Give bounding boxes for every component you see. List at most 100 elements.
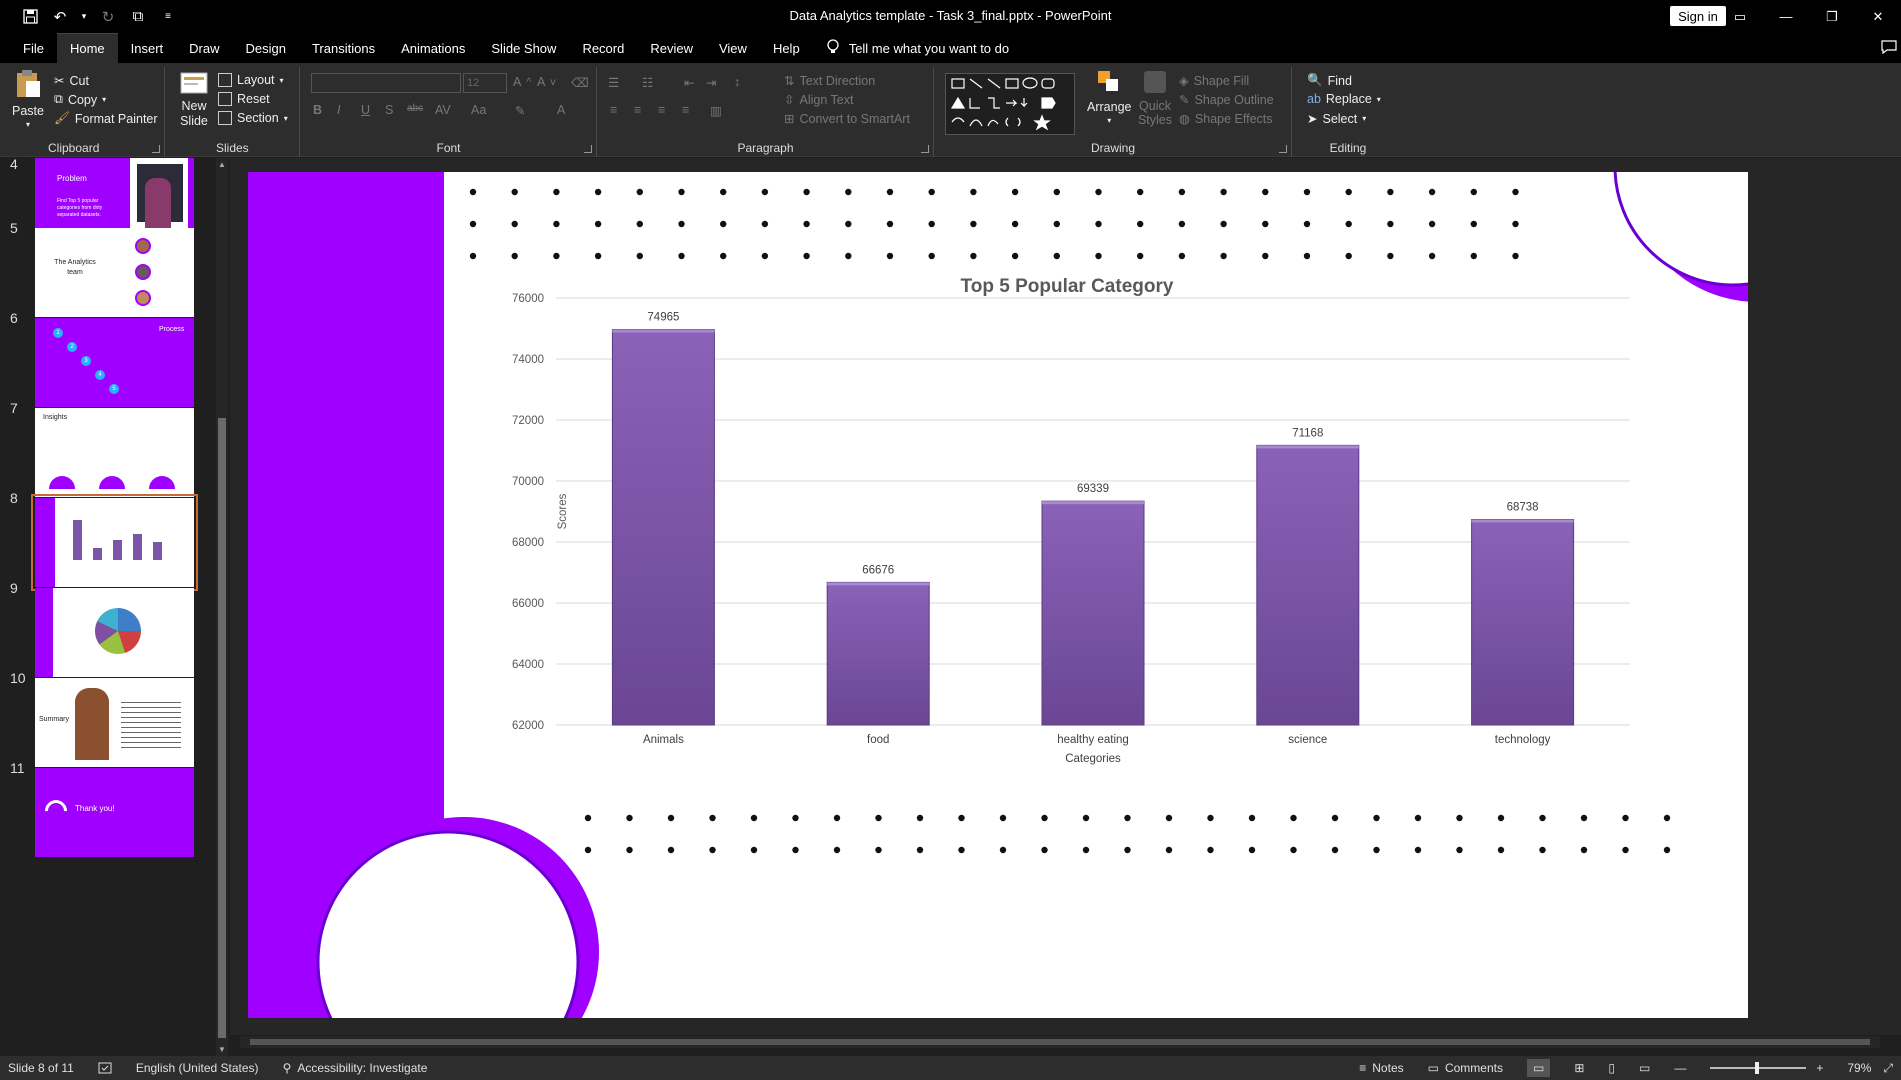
bar[interactable] xyxy=(611,329,715,726)
clear-formatting-icon[interactable]: ⌫ xyxy=(571,75,589,90)
thumbnail-scrollbar[interactable]: ▲ ▼ xyxy=(216,158,228,1056)
ribbon-display-options-icon[interactable]: ▭ xyxy=(1717,0,1763,33)
slide-thumbnail-9[interactable] xyxy=(35,588,194,677)
decrease-font-icon[interactable]: Av xyxy=(537,75,556,89)
underline-icon[interactable]: U xyxy=(361,103,370,117)
normal-view-icon[interactable]: ▭ xyxy=(1526,1059,1551,1077)
char-spacing-icon[interactable]: AV xyxy=(435,103,451,117)
align-text-button[interactable]: ⇳ Align Text xyxy=(784,92,853,108)
drawing-launcher-icon[interactable] xyxy=(1279,145,1287,153)
tab-review[interactable]: Review xyxy=(637,33,706,63)
restore-button[interactable]: ❐ xyxy=(1809,0,1855,33)
slide-thumbnail-6[interactable]: Process 1 2 3 4 5 xyxy=(35,318,194,407)
italic-icon[interactable]: I xyxy=(337,103,340,117)
tab-slide-show[interactable]: Slide Show xyxy=(478,33,569,63)
find-button[interactable]: 🔍 Find xyxy=(1307,73,1352,88)
shape-fill-button[interactable]: ◈ Shape Fill xyxy=(1179,73,1249,89)
tell-me-search[interactable]: Tell me what you want to do xyxy=(827,38,1009,58)
slide-show-icon[interactable]: ▭ xyxy=(1639,1061,1650,1075)
present-from-start-icon[interactable]: ⧉ xyxy=(128,7,148,27)
comments-pane-icon[interactable] xyxy=(1881,40,1897,59)
paste-button[interactable]: Paste ▾ xyxy=(12,69,44,129)
tab-view[interactable]: View xyxy=(706,33,760,63)
section-button[interactable]: Section ▾ xyxy=(218,111,288,125)
strikethrough-icon[interactable]: abc xyxy=(407,103,423,114)
new-slide-button[interactable]: New Slide xyxy=(176,69,212,129)
font-color-icon[interactable]: A xyxy=(557,103,565,117)
slide-thumbnail-5[interactable]: The Analytics team xyxy=(35,228,194,317)
align-right-icon[interactable]: ≡ xyxy=(658,103,665,117)
notes-button[interactable]: ≡ Notes xyxy=(1359,1061,1403,1075)
slide-counter[interactable]: Slide 8 of 11 xyxy=(8,1061,74,1075)
arrange-button[interactable]: Arrange ▾ xyxy=(1087,69,1131,125)
customize-qat-icon[interactable]: ≡ xyxy=(158,7,178,27)
select-button[interactable]: ➤ Select ▾ xyxy=(1307,111,1366,127)
paragraph-launcher-icon[interactable] xyxy=(921,145,929,153)
slide-sorter-icon[interactable]: ⊞ xyxy=(1574,1061,1584,1075)
tab-file[interactable]: File xyxy=(10,33,57,63)
language-indicator[interactable]: English (United States) xyxy=(136,1061,259,1075)
bar[interactable] xyxy=(1471,518,1575,726)
slide-thumbnail-4[interactable]: Problem Find Top 5 popular categories fr… xyxy=(35,158,194,237)
minimize-button[interactable]: — xyxy=(1763,0,1809,33)
bar[interactable] xyxy=(1256,444,1360,726)
bar-chart[interactable]: Top 5 Popular Category 62000 64000 66000 680… xyxy=(512,276,1630,765)
close-button[interactable]: ✕ xyxy=(1855,0,1901,33)
increase-indent-icon[interactable]: ⇥ xyxy=(706,75,716,90)
save-icon[interactable] xyxy=(20,7,40,27)
quick-styles-button[interactable]: Quick Styles xyxy=(1135,69,1175,127)
shapes-gallery[interactable] xyxy=(945,73,1075,135)
line-spacing-icon[interactable]: ↕ xyxy=(734,75,740,89)
font-family-dropdown[interactable] xyxy=(311,73,461,93)
convert-smartart-button[interactable]: ⊞ Convert to SmartArt xyxy=(784,111,910,127)
columns-icon[interactable]: ▥ xyxy=(710,103,722,118)
tab-design[interactable]: Design xyxy=(233,33,299,63)
tab-help[interactable]: Help xyxy=(760,33,813,63)
align-left-icon[interactable]: ≡ xyxy=(610,103,617,117)
horizontal-scrollbar-thumb[interactable] xyxy=(250,1039,1870,1045)
text-direction-button[interactable]: ⇅ Text Direction xyxy=(784,73,875,89)
font-launcher-icon[interactable] xyxy=(584,145,592,153)
spellcheck-icon[interactable] xyxy=(98,1062,112,1074)
shape-effects-button[interactable]: ◍ Shape Effects xyxy=(1179,111,1273,127)
replace-button[interactable]: ab Replace ▾ xyxy=(1307,92,1381,106)
zoom-in-icon[interactable]: + xyxy=(1816,1061,1823,1075)
undo-icon[interactable]: ↶ xyxy=(50,7,70,27)
bullets-icon[interactable]: ☰ xyxy=(608,75,619,90)
format-painter-button[interactable]: 🖌 Format Painter xyxy=(54,111,158,126)
chevron-down-icon[interactable]: ▾ xyxy=(80,7,88,27)
decrease-indent-icon[interactable]: ⇤ xyxy=(684,75,694,90)
bold-icon[interactable]: B xyxy=(313,103,322,117)
copy-button[interactable]: ⧉ Copy ▾ xyxy=(54,92,106,107)
justify-icon[interactable]: ≡ xyxy=(682,103,689,117)
slide-thumbnail-7[interactable]: Insights xyxy=(35,408,194,497)
tab-animations[interactable]: Animations xyxy=(388,33,478,63)
shadow-icon[interactable]: S xyxy=(385,103,393,117)
zoom-slider-thumb[interactable] xyxy=(1755,1062,1760,1074)
slide-thumbnail-11[interactable]: Thank you! xyxy=(35,768,194,857)
reading-view-icon[interactable]: ▯ xyxy=(1608,1061,1615,1075)
bar[interactable] xyxy=(826,581,930,726)
clipboard-launcher-icon[interactable] xyxy=(152,145,160,153)
increase-font-icon[interactable]: A ^ xyxy=(513,75,531,89)
layout-button[interactable]: Layout ▾ xyxy=(218,73,284,87)
slide-thumbnail-10[interactable]: Summary xyxy=(35,678,194,767)
reset-button[interactable]: Reset xyxy=(218,92,270,106)
accessibility-checker[interactable]: ⚲ Accessibility: Investigate xyxy=(283,1061,428,1075)
align-center-icon[interactable]: ≡ xyxy=(634,103,641,117)
tab-transitions[interactable]: Transitions xyxy=(299,33,388,63)
highlight-icon[interactable]: ✎ xyxy=(515,103,525,118)
redo-icon[interactable]: ↻ xyxy=(98,7,118,27)
current-slide[interactable]: Top 5 Popular Category 62000 64000 66000 680… xyxy=(248,172,1748,1018)
thumbnail-scrollbar-thumb[interactable] xyxy=(218,418,226,1038)
zoom-slider[interactable] xyxy=(1710,1062,1807,1074)
fit-to-window-icon[interactable]: ⤢ xyxy=(1883,1061,1893,1076)
tab-record[interactable]: Record xyxy=(569,33,637,63)
comments-button[interactable]: ▭ Comments xyxy=(1428,1061,1503,1075)
canvas-horizontal-scrollbar[interactable] xyxy=(240,1036,1880,1048)
numbering-icon[interactable]: ☷ xyxy=(642,75,653,90)
cut-button[interactable]: ✂ Cut xyxy=(54,73,89,89)
font-size-dropdown[interactable]: 12 xyxy=(463,73,507,93)
zoom-level[interactable]: 79% xyxy=(1847,1061,1871,1075)
slide-thumbnail-8[interactable] xyxy=(31,494,198,591)
